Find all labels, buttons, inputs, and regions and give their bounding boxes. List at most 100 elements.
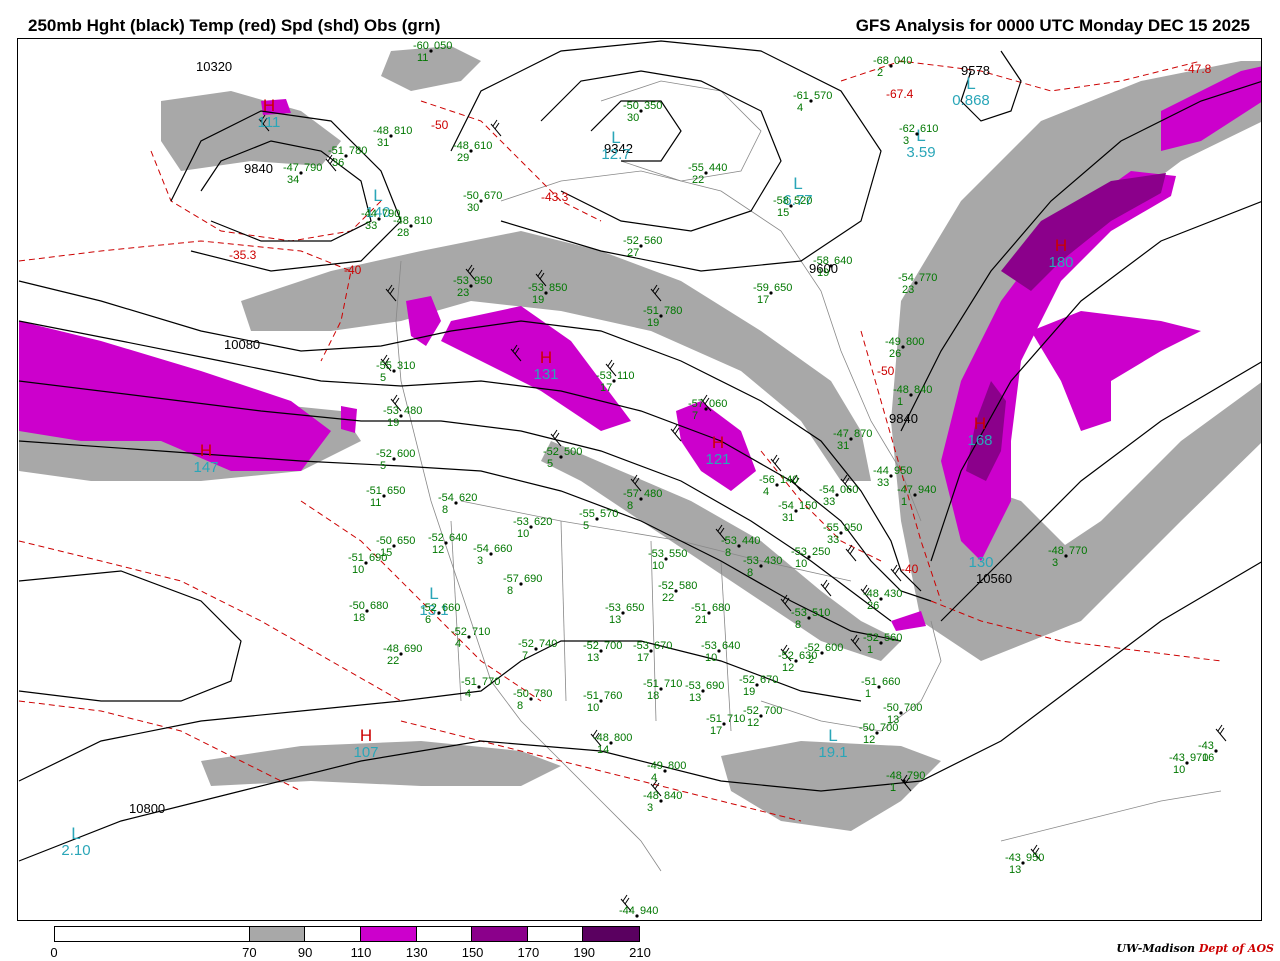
station-speed: 8 (795, 619, 801, 631)
station-speed: 34 (287, 174, 299, 186)
legend-tick: 210 (629, 945, 651, 960)
station-dot (704, 407, 708, 411)
station-speed: 5 (380, 460, 386, 472)
station-plot: -50 670 30 (463, 190, 502, 214)
station-height: 500 (564, 446, 582, 458)
station-plot: -51 780 36 (328, 145, 367, 169)
station-temp: -47 (283, 162, 299, 174)
station-height: 640 (834, 255, 852, 267)
station-height: 600 (825, 642, 843, 654)
station-height: 800 (668, 760, 686, 772)
station-temp: -44 (361, 208, 377, 220)
station-temp: -53 (633, 640, 649, 652)
station-plot: -52 670 19 (739, 674, 778, 698)
station-temp: -48 (373, 125, 389, 137)
station-dot (519, 582, 523, 586)
station-speed: 11 (417, 52, 428, 64)
height-label: 9840 (244, 161, 273, 176)
station-speed: 22 (387, 655, 399, 667)
station-temp: -51 (706, 713, 722, 725)
station-dot (915, 132, 919, 136)
legend-tick: 170 (517, 945, 540, 960)
station-height: 050 (844, 522, 862, 534)
station-temp: -52 (583, 640, 599, 652)
station-temp: -55 (823, 522, 839, 534)
station-height: 700 (604, 640, 622, 652)
station-height: 780 (349, 145, 367, 157)
station-temp: -53 (605, 602, 621, 614)
station-dot (722, 722, 726, 726)
station-speed: 12 (863, 734, 875, 746)
station-plot: -53 620 10 (513, 516, 552, 540)
temp-label: -43.3 (541, 190, 569, 204)
station-temp: -52 (863, 632, 879, 644)
station-speed: 30 (627, 112, 639, 124)
station-dot (839, 531, 843, 535)
high-center-symbol: H (360, 726, 372, 745)
station-speed: 10 (352, 564, 364, 576)
station-plot: -53 480 19 (383, 405, 422, 429)
station-temp: -51 (366, 485, 382, 497)
height-label: 9840 (889, 411, 918, 426)
legend-bin (583, 927, 639, 941)
station-height: 060 (840, 484, 858, 496)
chart-title: 250mb Hght (black) Temp (red) Spd (shd) … (28, 16, 441, 35)
station-speed: 1 (901, 496, 907, 508)
station-height: 440 (742, 535, 760, 547)
station-speed: 11 (370, 497, 381, 509)
station-dot (659, 687, 663, 691)
station-temp: -52 (804, 642, 820, 654)
station-dot (909, 393, 913, 397)
station-speed: 1 (897, 396, 903, 408)
station-speed: 26 (889, 348, 901, 360)
station-temp: -43 (1198, 740, 1214, 752)
station-height: 790 (304, 162, 322, 174)
station-plot: -54 150 31 (778, 500, 817, 524)
station-temp: -61 (793, 90, 809, 102)
station-plot: -51 710 17 (706, 713, 745, 737)
station-temp: -43 (1169, 752, 1185, 764)
station-temp: -52 (518, 638, 534, 650)
speed-color-legend (54, 926, 640, 942)
center-value: 107 (353, 744, 378, 761)
station-speed: 33 (823, 496, 835, 508)
station-speed: 22 (692, 174, 704, 186)
station-height: 950 (894, 465, 912, 477)
station-height: 810 (414, 215, 432, 227)
station-temp: -50 (859, 722, 875, 734)
station-height: 310 (397, 360, 415, 372)
height-label: 10320 (196, 59, 232, 74)
geo-line (1000, 790, 1222, 842)
station-height: 940 (918, 484, 936, 496)
station-height: 560 (644, 235, 662, 247)
station-plot: -52 580 22 (658, 580, 697, 604)
station-height: 040 (894, 55, 912, 67)
wind-barb (1215, 724, 1227, 742)
station-dot (299, 171, 303, 175)
station-speed: 13 (689, 692, 701, 704)
station-height: 690 (706, 680, 724, 692)
station-temp: -52 (451, 626, 467, 638)
station-speed: 10 (587, 702, 599, 714)
legend-tick: 150 (461, 945, 484, 960)
station-temp: -52 (658, 580, 674, 592)
station-height: 780 (534, 688, 552, 700)
station-height: 670 (484, 190, 502, 202)
station-speed: 4 (651, 772, 657, 784)
station-temp: -53 (685, 680, 701, 692)
station-plot: -51 760 10 (583, 690, 622, 714)
station-dot (609, 741, 613, 745)
center-value: 2.10 (61, 842, 90, 859)
station-plot: -52 700 12 (743, 705, 782, 729)
station-dot (794, 509, 798, 513)
station-speed: 10 (652, 560, 664, 572)
station-height: 800 (614, 732, 632, 744)
station-dot (467, 635, 471, 639)
station-height: 150 (799, 500, 817, 512)
station-height: 710 (664, 678, 682, 690)
station-dot (807, 555, 811, 559)
station-temp: -48 (383, 643, 399, 655)
station-speed: 28 (397, 227, 409, 239)
station-dot (639, 109, 643, 113)
station-plot: -52 560 27 (623, 235, 662, 259)
